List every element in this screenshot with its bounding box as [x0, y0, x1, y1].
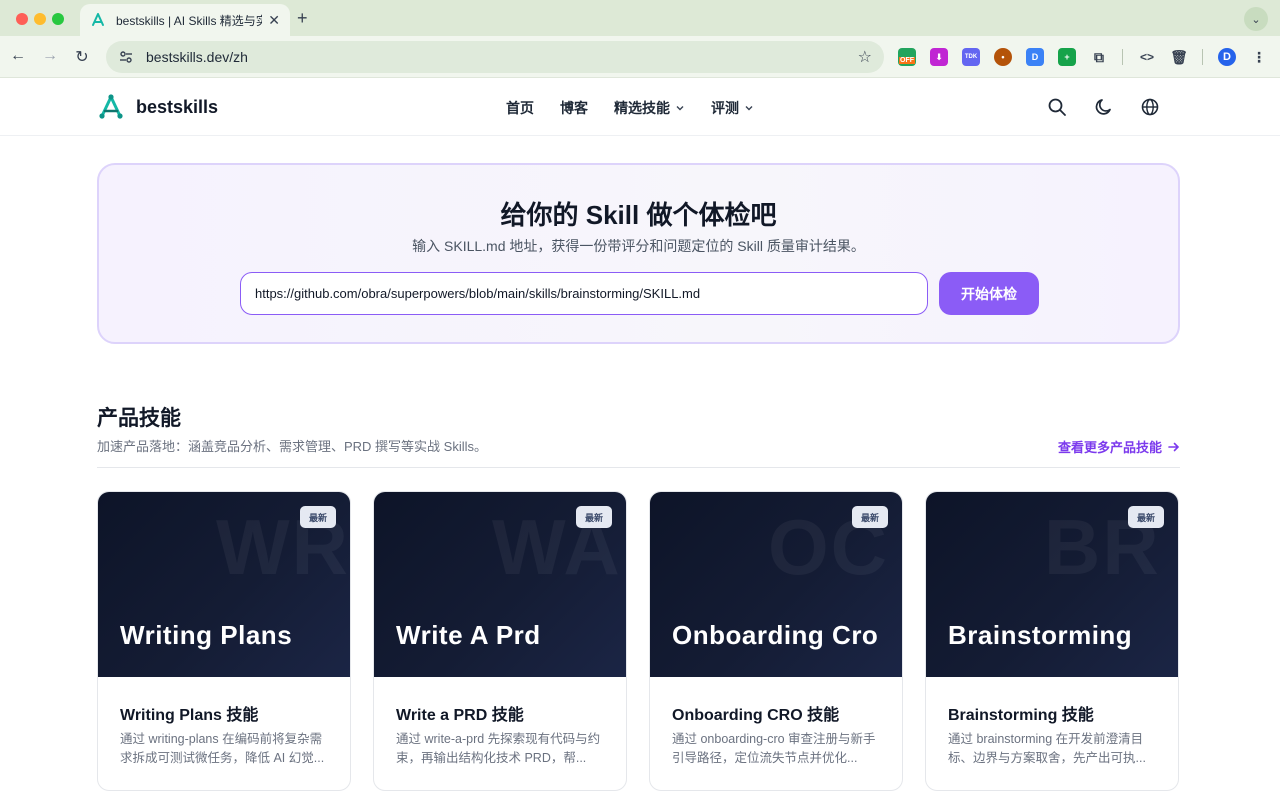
nav-item-featured-skills[interactable]: 精选技能: [614, 98, 685, 118]
cover-title: Write A Prd: [396, 620, 541, 650]
skill-card-onboarding-cro[interactable]: OC 最新 Onboarding Cro Onboarding CRO 技能 通…: [649, 491, 903, 791]
view-more-product-skills-link[interactable]: 查看更多产品技能: [1058, 437, 1180, 456]
nav-item-home[interactable]: 首页: [506, 98, 534, 118]
extensions-puzzle-icon[interactable]: ⧉: [1090, 48, 1108, 66]
toolbar-divider: [1122, 49, 1123, 65]
skill-url-input[interactable]: [240, 272, 928, 315]
card-title: Brainstorming 技能: [948, 707, 1094, 724]
card-title: Onboarding CRO 技能: [672, 707, 840, 724]
site-logo[interactable]: bestskills: [97, 93, 218, 121]
tab-title: bestskills | AI Skills 精选与实战: [116, 13, 263, 28]
card-description: 通过 brainstorming 在开发前澄清目标、边界与方案取舍，先产出可执.…: [948, 732, 1146, 765]
cover-title: Writing Plans: [120, 620, 293, 650]
tab-search-chevron-icon[interactable]: ⌄: [1244, 7, 1268, 31]
back-arrow-icon[interactable]: ←: [8, 47, 28, 65]
cover-title: Brainstorming: [948, 620, 1133, 650]
arrow-right-icon: [1168, 442, 1180, 451]
reload-icon[interactable]: ↻: [72, 47, 92, 67]
code-view-icon[interactable]: <>: [1138, 48, 1156, 66]
logo-text: bestskills: [136, 96, 219, 117]
new-badge: 最新: [851, 506, 888, 528]
new-badge: 最新: [575, 506, 612, 528]
bookmark-star-icon[interactable]: ☆: [858, 47, 872, 67]
language-globe-icon[interactable]: [1140, 97, 1160, 117]
card-title: Writing Plans 技能: [120, 707, 259, 724]
url-text: bestskills.dev/zh: [146, 49, 248, 65]
browser-toolbar: ← → ↻ bestskills.dev/zh ☆ OFF ⬇ TDK • D …: [0, 36, 1280, 78]
tdk-extension-icon[interactable]: TDK: [962, 48, 980, 66]
chevron-down-icon: [676, 106, 684, 111]
cookie-extension-icon[interactable]: •: [994, 48, 1012, 66]
bestskills-favicon-icon: [92, 13, 104, 26]
skill-card-write-a-prd[interactable]: WA 最新 Write A Prd Write a PRD 技能 通过 writ…: [373, 491, 627, 791]
site-settings-icon[interactable]: [118, 49, 134, 65]
card-cover: OC 最新 Onboarding Cro: [650, 492, 902, 677]
skill-card-writing-plans[interactable]: WR 最新 Writing Plans Writing Plans 技能 通过 …: [97, 491, 351, 791]
card-description: 通过 write-a-prd 先探索现有代码与约束，再输出结构化技术 PRD，帮…: [396, 732, 601, 765]
audit-subtitle: 输入 SKILL.md 地址，获得一份带评分和问题定位的 Skill 质量审计结…: [412, 238, 865, 254]
card-cover: WA 最新 Write A Prd: [374, 492, 626, 677]
maximize-window-button[interactable]: [52, 13, 64, 25]
coupon-extension-icon[interactable]: OFF: [898, 48, 916, 66]
browser-tab-active[interactable]: bestskills | AI Skills 精选与实战 ✕: [80, 4, 290, 36]
browser-tab-strip: bestskills | AI Skills 精选与实战 ✕ + ⌄: [0, 0, 1280, 36]
dark-mode-moon-icon[interactable]: [1094, 97, 1114, 117]
browser-menu-icon[interactable]: ⋮: [1250, 48, 1268, 66]
new-badge: 最新: [299, 506, 336, 528]
bestskills-logo-icon: [99, 94, 123, 119]
section-title: 产品技能: [97, 407, 181, 430]
site-header: bestskills 首页 博客 精选技能 评测: [0, 79, 1280, 136]
trash-icon[interactable]: 🗑: [1170, 48, 1188, 66]
audit-title: 给你的 Skill 做个体检吧: [500, 200, 777, 230]
close-tab-icon[interactable]: ✕: [268, 12, 280, 29]
d-extension-icon[interactable]: D: [1026, 48, 1044, 66]
chevron-down-icon: [745, 106, 753, 111]
download-extension-icon[interactable]: ⬇: [930, 48, 948, 66]
card-description: 通过 writing-plans 在编码前将复杂需求拆成可测试微任务，降低 AI…: [120, 732, 325, 765]
profile-avatar[interactable]: D: [1218, 48, 1236, 66]
new-tab-icon[interactable]: +: [297, 8, 308, 29]
section-divider: [97, 467, 1180, 468]
section-description: 加速产品落地：涵盖竞品分析、需求管理、PRD 撰写等实战 Skills。: [97, 439, 488, 454]
forward-arrow-icon[interactable]: →: [40, 47, 60, 65]
close-window-button[interactable]: [16, 13, 28, 25]
nav-item-blog[interactable]: 博客: [560, 98, 588, 118]
search-icon[interactable]: [1047, 97, 1067, 117]
sheet-extension-icon[interactable]: +: [1058, 48, 1076, 66]
card-cover: BR 最新 Brainstorming: [926, 492, 1178, 677]
main-nav: 首页 博客 精选技能 评测: [506, 98, 780, 118]
start-audit-button[interactable]: 开始体检: [939, 272, 1039, 315]
card-title: Write a PRD 技能: [396, 707, 524, 724]
cover-title: Onboarding Cro: [672, 620, 879, 650]
skill-audit-panel: 给你的 Skill 做个体检吧 输入 SKILL.md 地址，获得一份带评分和问…: [97, 163, 1180, 344]
minimize-window-button[interactable]: [34, 13, 46, 25]
toolbar-divider: [1202, 49, 1203, 65]
nav-item-reviews[interactable]: 评测: [711, 98, 754, 118]
card-cover: WR 最新 Writing Plans: [98, 492, 350, 677]
card-description: 通过 onboarding-cro 审查注册与新手引导路径，定位流失节点并优化.…: [672, 732, 876, 765]
address-bar[interactable]: bestskills.dev/zh ☆: [106, 41, 884, 73]
new-badge: 最新: [1127, 506, 1164, 528]
skill-card-brainstorming[interactable]: BR 最新 Brainstorming Brainstorming 技能 通过 …: [925, 491, 1179, 791]
